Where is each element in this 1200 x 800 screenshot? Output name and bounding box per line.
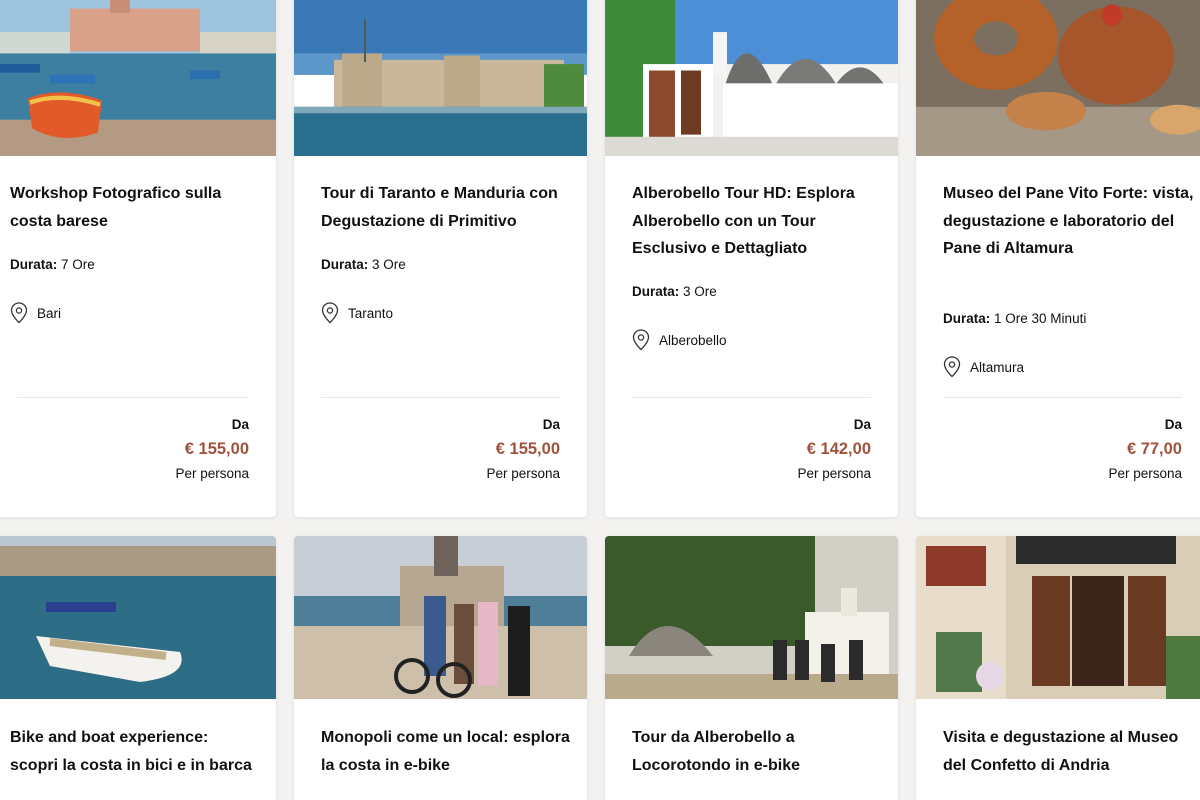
tour-image-trulli[interactable]	[605, 0, 898, 156]
tour-location: Bari	[10, 302, 61, 324]
tour-card-taranto[interactable]: Tour di Taranto e Manduria con Degustazi…	[294, 0, 587, 517]
duration-label: Durata:	[943, 311, 991, 326]
price-per-person-label: Per persona	[797, 466, 871, 481]
duration-value: 1 Ore 30 Minuti	[994, 311, 1087, 326]
duration-label: Durata:	[10, 257, 58, 272]
tour-title[interactable]: Tour di Taranto e Manduria con Degustazi…	[321, 180, 571, 235]
price-value: € 155,00	[495, 440, 560, 458]
price-value: € 77,00	[1126, 440, 1182, 458]
tour-duration: Durata: 3 Ore	[632, 284, 717, 299]
location-pin-icon	[10, 302, 28, 324]
location-name: Taranto	[348, 305, 394, 321]
tour-image-trullo-cyclists[interactable]	[605, 536, 898, 699]
tour-location: Alberobello	[632, 329, 727, 351]
location-name: Alberobello	[659, 332, 727, 348]
price-per-person-label: Per persona	[486, 466, 560, 481]
tour-card-alberobello[interactable]: Alberobello Tour HD: Esplora Alberobello…	[605, 0, 898, 517]
duration-label: Durata:	[632, 284, 680, 299]
card-divider	[17, 397, 249, 398]
tour-title[interactable]: Monopoli come un local: esplora la costa…	[321, 724, 571, 779]
tour-title[interactable]: Visita e degustazione al Museo del Confe…	[943, 724, 1194, 779]
tour-card-andria[interactable]: Visita e degustazione al Museo del Confe…	[916, 536, 1200, 800]
location-pin-icon	[943, 356, 961, 378]
card-divider	[321, 397, 560, 398]
tour-card-altamura[interactable]: Museo del Pane Vito Forte: vista, degust…	[916, 0, 1200, 517]
tour-title[interactable]: Museo del Pane Vito Forte: vista, degust…	[943, 180, 1194, 263]
price-value: € 142,00	[806, 440, 871, 458]
tour-card-bike-boat[interactable]: Bike and boat experience: scopri la cost…	[0, 536, 276, 800]
tour-duration: Durata: 7 Ore	[10, 257, 95, 272]
tour-card-monopoli[interactable]: Monopoli come un local: esplora la costa…	[294, 536, 587, 800]
price-per-person-label: Per persona	[175, 466, 249, 481]
tour-title[interactable]: Bike and boat experience: scopri la cost…	[10, 724, 260, 779]
location-name: Bari	[37, 305, 62, 321]
location-pin-icon	[632, 329, 650, 351]
price-block: Da € 142,00 Per persona	[797, 416, 871, 484]
price-from-label: Da	[1164, 417, 1182, 432]
duration-label: Durata:	[321, 257, 369, 272]
tour-image-bread[interactable]	[916, 0, 1200, 156]
price-from-label: Da	[542, 417, 560, 432]
tour-title[interactable]: Alberobello Tour HD: Esplora Alberobello…	[632, 180, 882, 263]
tour-image-boat[interactable]	[0, 536, 276, 699]
tour-title[interactable]: Tour da Alberobello a Locorotondo in e-b…	[632, 724, 882, 779]
duration-value: 7 Ore	[61, 257, 95, 272]
price-from-label: Da	[231, 417, 249, 432]
tour-location: Altamura	[943, 356, 1024, 378]
tour-image-harbor[interactable]	[0, 0, 276, 156]
price-from-label: Da	[853, 417, 871, 432]
price-value: € 155,00	[184, 440, 249, 458]
location-pin-icon	[321, 302, 339, 324]
tour-card-locorotondo[interactable]: Tour da Alberobello a Locorotondo in e-b…	[605, 536, 898, 800]
location-name: Altamura	[970, 359, 1025, 375]
price-block: Da € 155,00 Per persona	[486, 416, 560, 484]
price-per-person-label: Per persona	[1108, 466, 1182, 481]
card-divider	[632, 397, 871, 398]
price-block: Da € 155,00 Per persona	[175, 416, 249, 484]
duration-value: 3 Ore	[683, 284, 717, 299]
duration-value: 3 Ore	[372, 257, 406, 272]
tour-card-bari[interactable]: Workshop Fotografico sulla costa barese …	[0, 0, 276, 517]
tour-location: Taranto	[321, 302, 393, 324]
tour-image-shop-front[interactable]	[916, 536, 1200, 699]
price-block: Da € 77,00 Per persona	[1108, 416, 1182, 484]
tour-image-castle[interactable]	[294, 0, 587, 156]
card-divider	[943, 397, 1182, 398]
tour-duration: Durata: 1 Ore 30 Minuti	[943, 311, 1086, 326]
tour-title[interactable]: Workshop Fotografico sulla costa barese	[10, 180, 260, 235]
tour-duration: Durata: 3 Ore	[321, 257, 406, 272]
tour-image-ebike-group[interactable]	[294, 536, 587, 699]
